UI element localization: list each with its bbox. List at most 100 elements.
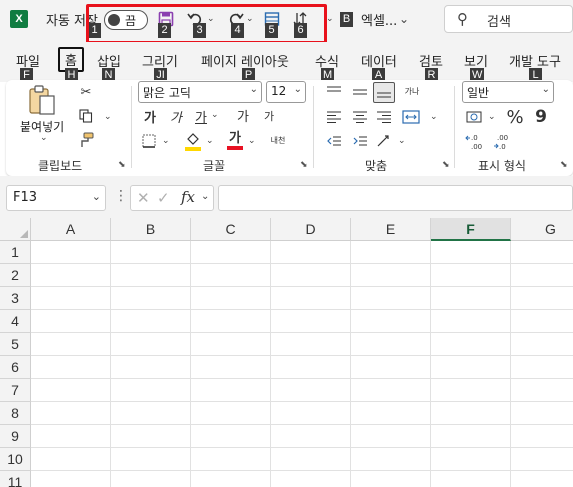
increase-indent-icon[interactable] — [350, 132, 370, 150]
alignment-launcher-icon[interactable]: ⬊ — [442, 160, 450, 170]
number-format-chevron-icon: ⌄ — [541, 84, 550, 95]
font-size-dropdown[interactable]: 12 ⌄ — [266, 81, 306, 103]
align-center-icon[interactable] — [350, 108, 370, 126]
search-placeholder: 검색 — [487, 15, 511, 30]
group-separator — [313, 86, 314, 168]
phonetic-button[interactable]: 내천 — [268, 132, 288, 150]
bold-button[interactable]: 가 — [142, 107, 158, 126]
qat-highlight-frame — [86, 4, 327, 44]
ribbon-panel: 붙여넣기 ⌄ ✂ ⌄ 클립보드 ⬊ 맑은 고딕 ⌄ 12 ⌄ 가 가 가 ⌄ 가… — [6, 80, 573, 176]
enter-icon[interactable]: ✓ — [157, 189, 170, 207]
paste-dropdown-icon[interactable]: ⌄ — [40, 133, 48, 143]
font-color-button[interactable]: 가 — [226, 130, 244, 152]
column-header[interactable]: D — [271, 218, 351, 241]
cut-icon[interactable]: ✂ — [78, 84, 94, 100]
column-header[interactable]: B — [111, 218, 191, 241]
align-right-icon[interactable] — [374, 108, 394, 126]
name-box-chevron-icon: ⌄ — [91, 190, 101, 203]
row-header[interactable]: 5 — [0, 333, 31, 356]
column-header[interactable]: F — [431, 218, 511, 241]
font-group-label: 글꼴 — [203, 159, 226, 173]
wrap-text-button[interactable]: 가나 — [402, 82, 422, 102]
copy-dropdown-icon[interactable]: ⌄ — [104, 112, 112, 122]
align-top-icon[interactable] — [324, 82, 344, 102]
accounting-dropdown-icon[interactable]: ⌄ — [488, 112, 496, 122]
copy-icon[interactable] — [78, 108, 94, 124]
font-color-dropdown-icon[interactable]: ⌄ — [248, 136, 256, 146]
name-box[interactable]: F13 ⌄ — [6, 185, 106, 211]
row-header[interactable]: 8 — [0, 402, 31, 425]
clipboard-launcher-icon[interactable]: ⬊ — [118, 160, 126, 170]
merge-dropdown-icon[interactable]: ⌄ — [430, 112, 438, 122]
number-launcher-icon[interactable]: ⬊ — [560, 160, 568, 170]
orientation-icon[interactable] — [374, 132, 394, 150]
formula-bar: F13 ⌄ ⋮ ✕ ✓ fx ⌄ — [0, 176, 573, 218]
cancel-icon[interactable]: ✕ — [137, 189, 150, 207]
alignment-group-label: 맞춤 — [365, 159, 388, 173]
decrease-indent-icon[interactable] — [324, 132, 344, 150]
percent-button[interactable]: % — [506, 107, 524, 128]
accounting-format-icon[interactable] — [464, 108, 486, 126]
column-header[interactable]: A — [31, 218, 111, 241]
grow-font-button[interactable]: 가 — [234, 106, 252, 125]
group-separator — [454, 86, 455, 168]
ribbon-tabs: 파일 홈 삽입 그리기 페이지 레이아웃 수식 데이터 검토 보기 개발 도구 … — [0, 42, 573, 83]
qat-customize-icon[interactable]: ⌄ — [326, 14, 334, 24]
merge-center-icon[interactable] — [400, 107, 422, 127]
function-dropdown-icon[interactable]: ⌄ — [201, 191, 209, 202]
shrink-font-button[interactable]: 가 — [261, 108, 277, 124]
borders-icon[interactable] — [140, 132, 158, 150]
insert-function-button[interactable]: fx — [181, 188, 195, 206]
font-color-label: 가 — [229, 131, 241, 146]
align-bottom-icon[interactable] — [373, 82, 395, 103]
font-name-dropdown[interactable]: 맑은 고딕 ⌄ — [138, 81, 262, 103]
font-name-value: 맑은 고딕 — [143, 86, 191, 100]
formula-bar-grip-icon[interactable]: ⋮ — [114, 188, 128, 204]
formula-input[interactable] — [218, 185, 573, 211]
name-box-value: F13 — [13, 190, 38, 205]
format-painter-icon[interactable] — [78, 132, 94, 148]
borders-dropdown-icon[interactable]: ⌄ — [162, 136, 170, 146]
select-all-button[interactable] — [0, 218, 31, 241]
svg-text:.0: .0 — [471, 134, 478, 142]
row-header[interactable]: 2 — [0, 264, 31, 287]
row-header[interactable]: 10 — [0, 448, 31, 471]
row-header[interactable]: 1 — [0, 241, 31, 264]
clipboard-group-label: 클립보드 — [38, 159, 83, 173]
increase-decimal-icon[interactable]: .0.00 — [464, 132, 486, 152]
decrease-decimal-icon[interactable]: .00.0 — [492, 132, 514, 152]
column-header[interactable]: E — [351, 218, 431, 241]
align-left-icon[interactable] — [324, 108, 344, 126]
search-box[interactable]: ⚲ 검색 — [444, 5, 573, 33]
number-group-label: 표시 형식 — [478, 159, 526, 173]
worksheet-grid[interactable]: ABCDEFG 1 2 3 4 5 6 7 8 9 10 11 — [0, 218, 573, 487]
formula-tools: ✕ ✓ fx ⌄ — [130, 185, 214, 211]
document-title[interactable]: 엑셀... — [361, 10, 397, 29]
row-header[interactable]: 4 — [0, 310, 31, 333]
fill-color-dropdown-icon[interactable]: ⌄ — [206, 136, 214, 146]
number-format-dropdown[interactable]: 일반 ⌄ — [462, 81, 554, 103]
cell-area[interactable] — [31, 241, 573, 487]
align-middle-icon[interactable] — [350, 82, 370, 102]
title-bar: X 자동 저장 끔 ⌄ ⌄ ⌄ 1 2 3 4 5 6 B 엑셀... ⌄ ⚲ … — [0, 0, 573, 44]
underline-button[interactable]: 가 — [193, 107, 209, 126]
row-header[interactable]: 6 — [0, 356, 31, 379]
font-name-chevron-icon: ⌄ — [249, 84, 258, 95]
row-header[interactable]: 9 — [0, 425, 31, 448]
title-chevron-down-icon[interactable]: ⌄ — [399, 12, 409, 26]
search-icon: ⚲ — [457, 10, 468, 28]
svg-text:.00: .00 — [471, 143, 482, 151]
italic-button[interactable]: 가 — [168, 107, 184, 126]
underline-dropdown-icon[interactable]: ⌄ — [211, 110, 219, 120]
comma-style-button[interactable]: 9 — [534, 107, 548, 127]
row-header[interactable]: 3 — [0, 287, 31, 310]
row-header[interactable]: 11 — [0, 471, 31, 487]
fill-color-icon[interactable] — [184, 130, 202, 152]
column-header[interactable]: C — [191, 218, 271, 241]
paste-icon[interactable] — [26, 84, 58, 116]
row-header[interactable]: 7 — [0, 379, 31, 402]
column-header[interactable]: G — [511, 218, 573, 241]
orientation-dropdown-icon[interactable]: ⌄ — [398, 136, 406, 146]
group-separator — [131, 86, 132, 168]
font-launcher-icon[interactable]: ⬊ — [300, 160, 308, 170]
